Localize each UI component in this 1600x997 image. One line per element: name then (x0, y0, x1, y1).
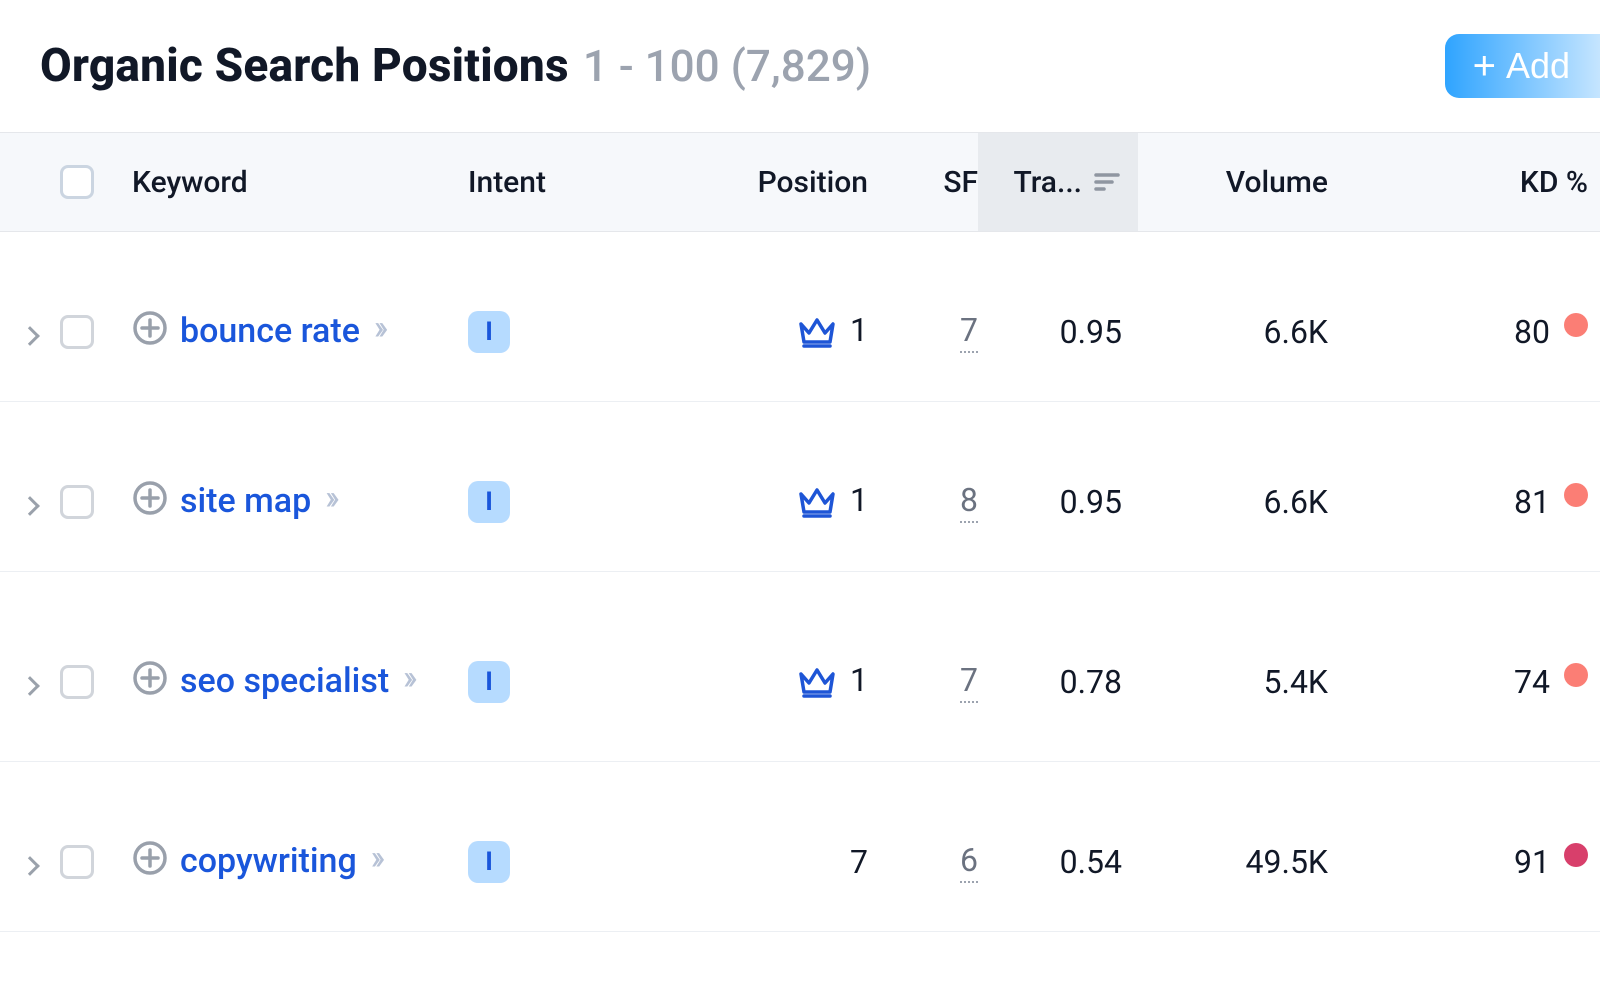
crown-icon (796, 661, 838, 703)
column-header-keyword[interactable]: Keyword (132, 165, 468, 200)
kd-value: 91 (1514, 843, 1550, 881)
traffic-value: 0.95 (1060, 313, 1122, 351)
column-header-intent[interactable]: Intent (468, 165, 628, 200)
add-keyword-icon[interactable] (132, 840, 168, 876)
table-row: seo tips ›› I 1 5 0.52 3.6K 88 (0, 932, 1600, 997)
kd-value: 81 (1514, 483, 1550, 521)
volume-value: 5.4K (1264, 663, 1328, 701)
kd-difficulty-dot (1564, 313, 1588, 337)
table-row: seo specialist ›› I 1 7 0.78 5.4K 74 (0, 572, 1600, 762)
table-header-row: Keyword Intent Position SF Tra... Volume… (0, 132, 1600, 232)
volume-value: 6.6K (1264, 483, 1328, 521)
page-title: Organic Search Positions (40, 39, 569, 93)
column-header-traffic[interactable]: Tra... (978, 133, 1138, 231)
traffic-value: 0.78 (1060, 663, 1122, 701)
intent-badge: I (468, 481, 510, 523)
kd-difficulty-dot (1564, 843, 1588, 867)
expand-icon[interactable] (20, 856, 40, 876)
position-value: 1 (850, 311, 868, 349)
open-icon[interactable]: ›› (371, 838, 380, 878)
sort-descending-icon (1092, 167, 1122, 197)
keyword-link[interactable]: bounce rate (180, 308, 360, 356)
serp-features-count[interactable]: 8 (960, 481, 978, 523)
kd-value: 80 (1514, 313, 1550, 351)
keyword-link[interactable]: site map (180, 478, 311, 526)
select-all-checkbox[interactable] (60, 165, 94, 199)
intent-badge: I (468, 311, 510, 353)
volume-value: 6.6K (1264, 313, 1328, 351)
crown-icon (796, 311, 838, 353)
table-row: bounce rate ›› I 1 7 0.95 6.6K 80 (0, 232, 1600, 402)
intent-badge: I (468, 661, 510, 703)
add-button[interactable]: + Add (1445, 34, 1600, 98)
intent-badge: I (468, 841, 510, 883)
row-checkbox[interactable] (60, 665, 94, 699)
crown-icon (796, 481, 838, 523)
kd-difficulty-dot (1564, 663, 1588, 687)
keyword-link[interactable]: copywriting (180, 838, 357, 886)
serp-features-count[interactable]: 7 (960, 661, 978, 703)
row-checkbox[interactable] (60, 315, 94, 349)
expand-icon[interactable] (20, 676, 40, 696)
column-header-sf[interactable]: SF (868, 165, 978, 200)
position-value: 1 (850, 661, 868, 699)
column-header-volume[interactable]: Volume (1138, 165, 1348, 200)
table-row: copywriting ›› I 7 6 0.54 49.5K 91 (0, 762, 1600, 932)
add-keyword-icon[interactable] (132, 310, 168, 346)
keyword-link[interactable]: seo specialist (180, 658, 389, 706)
table-row: site map ›› I 1 8 0.95 6.6K 81 (0, 402, 1600, 572)
expand-icon[interactable] (20, 326, 40, 346)
column-header-kd[interactable]: KD % (1348, 165, 1600, 200)
column-header-position[interactable]: Position (628, 165, 868, 200)
add-button-label: Add (1506, 45, 1570, 87)
kd-difficulty-dot (1564, 483, 1588, 507)
open-icon[interactable]: ›› (325, 478, 334, 518)
row-checkbox[interactable] (60, 485, 94, 519)
expand-icon[interactable] (20, 496, 40, 516)
kd-value: 74 (1514, 663, 1550, 701)
serp-features-count[interactable]: 6 (960, 841, 978, 883)
traffic-value: 0.54 (1060, 843, 1122, 881)
traffic-value: 0.95 (1060, 483, 1122, 521)
volume-value: 49.5K (1246, 843, 1328, 881)
open-icon[interactable]: ›› (403, 658, 412, 698)
open-icon[interactable]: ›› (374, 308, 383, 348)
add-keyword-icon[interactable] (132, 660, 168, 696)
add-keyword-icon[interactable] (132, 480, 168, 516)
serp-features-count[interactable]: 7 (960, 311, 978, 353)
result-range: 1 - 100 (7,829) (583, 40, 871, 92)
row-checkbox[interactable] (60, 845, 94, 879)
position-value: 1 (850, 481, 868, 519)
position-value: 7 (850, 843, 868, 881)
